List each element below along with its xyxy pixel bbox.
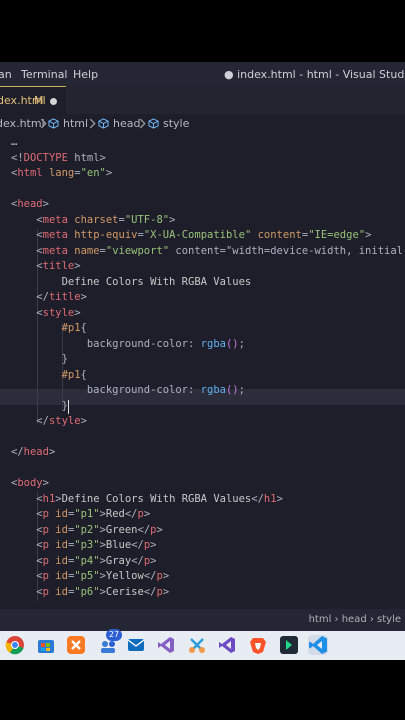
code-line[interactable]: <p id="p2">Green</p> <box>11 524 163 539</box>
breadcrumb-item-style[interactable]: style <box>163 117 189 130</box>
code-line[interactable]: <p id="p1">Red</p> <box>11 508 150 523</box>
code-line[interactable]: #p1{ <box>11 322 87 337</box>
menu-item-terminal[interactable]: Terminal <box>21 68 68 81</box>
code-line[interactable]: <p id="p6">Cerise</p> <box>11 586 169 601</box>
store-icon[interactable] <box>36 635 56 655</box>
code-line[interactable]: #p1{ <box>11 369 87 384</box>
tab-index-html[interactable]: dex.html M <box>0 86 66 115</box>
code-line[interactable]: } <box>11 400 68 415</box>
code-line[interactable]: <h1>Define Colors With RGBA Values</h1> <box>11 493 283 508</box>
code-line[interactable]: <html lang="en"> <box>11 167 112 182</box>
window-title: ● index.html - html - Visual Studio Code <box>224 68 405 81</box>
menu-item-run[interactable]: an <box>0 68 12 81</box>
chevron-right-icon <box>89 118 96 129</box>
status-bar: html › head › style <box>0 609 405 631</box>
xampp-icon[interactable] <box>66 635 86 655</box>
code-line[interactable]: <p id="p4">Gray</p> <box>11 555 156 570</box>
chevron-right-icon <box>139 118 146 129</box>
element-cube-icon <box>148 118 159 129</box>
code-line[interactable]: <!DOCTYPE html> <box>11 152 106 167</box>
snipping-tool-icon[interactable] <box>187 635 207 655</box>
brave-icon[interactable] <box>248 635 268 655</box>
code-line[interactable]: <title> <box>11 260 80 275</box>
breadcrumb-item-html[interactable]: html <box>63 117 88 130</box>
vscode-window: an Terminal Help ● index.html - html - V… <box>0 62 405 660</box>
code-line[interactable]: </title> <box>11 291 87 306</box>
tab-bar: dex.html M <box>0 86 405 115</box>
code-line[interactable]: <meta charset="UTF-8"> <box>11 214 175 229</box>
code-line[interactable]: background-color: rgba(); <box>11 338 245 353</box>
code-line[interactable]: </style> <box>11 415 87 430</box>
code-line[interactable]: <meta http-equiv="X-UA-Compatible" conte… <box>11 229 371 244</box>
code-line[interactable]: Define Colors With RGBA Values <box>11 276 252 291</box>
menu-bar: an Terminal Help ● index.html - html - V… <box>0 62 405 86</box>
code-line[interactable]: … <box>11 136 17 151</box>
mail-icon[interactable] <box>126 635 146 655</box>
code-line[interactable]: </head> <box>11 446 55 461</box>
code-line[interactable]: } <box>11 353 68 368</box>
chrome-icon[interactable] <box>5 635 25 655</box>
code-editor[interactable]: … <!DOCTYPE html> <html lang="en"> <head> <… <box>0 134 405 612</box>
code-line[interactable]: <head> <box>11 198 49 213</box>
visual-studio-2-icon[interactable] <box>217 635 237 655</box>
modified-indicator: M <box>34 94 44 107</box>
status-breadcrumb[interactable]: html › head › style <box>309 614 401 625</box>
element-cube-icon <box>98 118 109 129</box>
notification-badge: 27 <box>106 629 122 641</box>
code-line[interactable]: <p id="p3">Blue</p> <box>11 539 156 554</box>
windows-taskbar: 27 <box>0 629 405 660</box>
menu-item-help[interactable]: Help <box>73 68 98 81</box>
text-cursor <box>67 399 69 414</box>
unsaved-dot-icon[interactable] <box>50 98 57 105</box>
breadcrumb: dex.html html head style <box>0 114 405 134</box>
code-line[interactable]: <style> <box>11 307 80 322</box>
app-icon[interactable] <box>279 635 299 655</box>
code-line[interactable]: <meta name="viewport" content="width=dev… <box>11 245 405 260</box>
visual-studio-icon[interactable] <box>156 635 176 655</box>
vscode-icon[interactable] <box>308 635 328 655</box>
element-cube-icon <box>48 118 59 129</box>
code-line[interactable]: background-color: rgba(); <box>11 384 245 399</box>
people-icon[interactable]: 27 <box>98 629 122 655</box>
code-line[interactable]: <p id="p5">Yellow</p> <box>11 570 169 585</box>
code-line[interactable]: <body> <box>11 477 49 492</box>
